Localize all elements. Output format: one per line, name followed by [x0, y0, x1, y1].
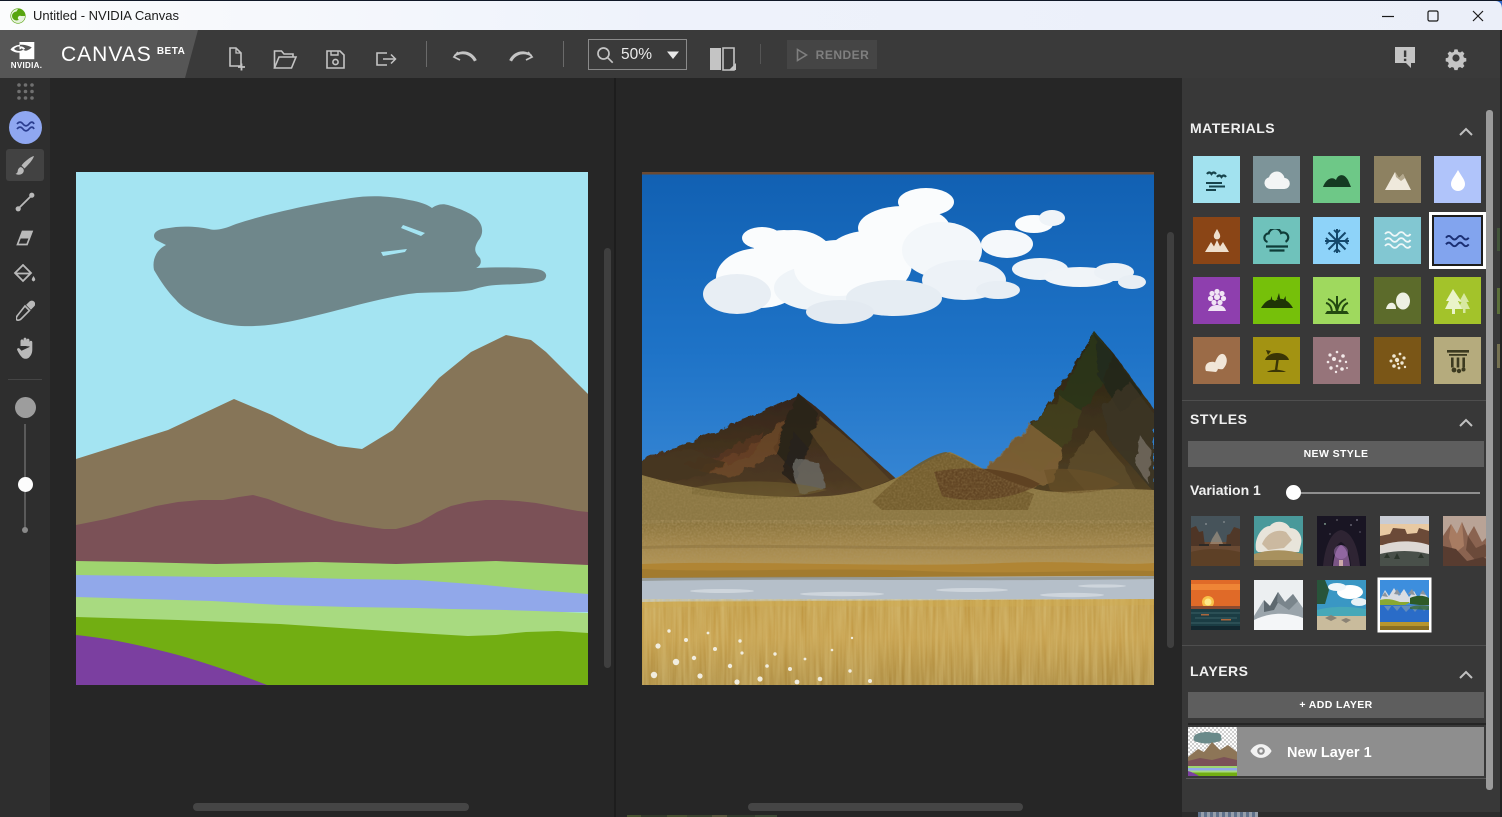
svg-text:NVIDIA.: NVIDIA. [11, 61, 42, 69]
